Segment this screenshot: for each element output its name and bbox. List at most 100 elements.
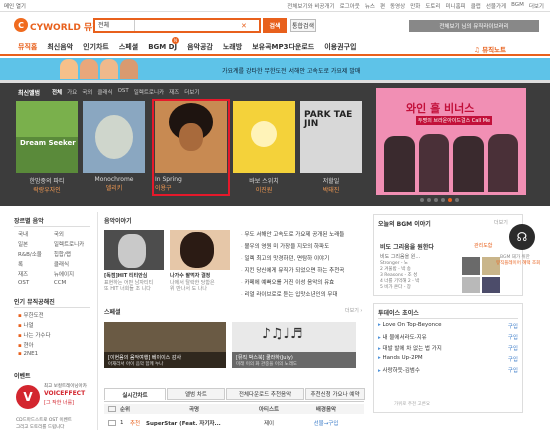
top-link[interactable]: BGM (511, 2, 524, 10)
carousel-dot[interactable] (434, 198, 438, 202)
latest-tab[interactable]: 가요 (67, 88, 77, 96)
choice-item[interactable]: ▸ 대발 발에 차 없는 법 가지 구입 (378, 344, 518, 352)
interview-photo[interactable] (170, 230, 230, 270)
bgm-thumb[interactable] (462, 277, 480, 293)
carousel-dot[interactable] (420, 198, 424, 202)
popular-item[interactable]: ▪ 현아 (18, 341, 51, 349)
carousel-dot[interactable] (448, 198, 452, 202)
genre-link[interactable]: 클래식 (54, 260, 84, 268)
album-title[interactable]: 바보 스위치 (233, 176, 295, 185)
genre-link[interactable]: 국외 (54, 230, 84, 238)
detail-search-button[interactable]: 통합검색 (290, 19, 316, 32)
top-link[interactable]: 클럽 (471, 2, 481, 10)
carousel-dot[interactable] (441, 198, 445, 202)
choice-item[interactable]: ▸ 내 물에서라도-지유 구입 (378, 333, 518, 341)
top-link[interactable]: 동영상 (390, 2, 405, 10)
genre-link[interactable]: CCM (54, 280, 84, 286)
buy-button[interactable]: 구입 (508, 322, 518, 330)
news-item[interactable]: · 지킨 당신에게 뮤직가 되었으면 하는 추천곡 (241, 266, 344, 274)
nav-item[interactable]: 최신음악 (47, 42, 73, 52)
album-title[interactable]: Monochrome (83, 176, 145, 183)
choice-item[interactable]: ▸ Love On Top-Beyonce 구입 (378, 322, 518, 330)
select-all-checkbox[interactable] (108, 406, 116, 412)
latest-tab[interactable]: 국외 (82, 88, 92, 96)
search-category-select[interactable]: 전체 (95, 20, 135, 31)
genre-link[interactable]: 일본 (18, 240, 42, 248)
bgm-tab[interactable]: 비도 그리움을 원... (380, 253, 420, 260)
nav-item[interactable]: 노래방 (223, 42, 242, 52)
latest-tab[interactable]: 더보기 (184, 88, 199, 96)
album-cover[interactable]: PARK TAE JIN (300, 101, 362, 173)
genre-link[interactable]: R&B/소울 (18, 250, 42, 258)
popular-item[interactable]: ▪ 무한도전 (18, 311, 51, 319)
buy-button[interactable]: 구입 (508, 355, 518, 363)
nav-item[interactable]: BGM DJ (148, 43, 177, 51)
news-item[interactable]: · 볼우의 영원 미 가장을 지모의 하파도 (241, 242, 344, 250)
nav-item[interactable]: 뮤직홈 (18, 42, 37, 52)
album-cover[interactable]: Dream Seeker (16, 101, 78, 173)
latest-tab[interactable]: 재즈 (169, 88, 179, 96)
chart-tab[interactable]: 실시간차트 (104, 388, 166, 400)
album-artist[interactable]: 락랑우자인 (16, 185, 78, 194)
featured-promo[interactable]: 와인 홀 비너스 두명의 브라운아이드걸스 Call Me (376, 88, 526, 195)
top-link[interactable]: 더보기 (529, 2, 544, 10)
album-artist[interactable]: 박태진 (300, 185, 362, 194)
bgm-more-link[interactable]: 더보기 (494, 219, 508, 226)
music-note-link[interactable]: ♫ 뮤직노트 (474, 44, 506, 54)
news-item[interactable]: · 카페에 예뻐오를 거진 이성 음악의 유효 (241, 278, 344, 286)
album-artist[interactable]: 델리키 (83, 183, 145, 192)
news-item[interactable]: · 일렉 최고의 맛경하던, 면탐하 이야기 (241, 254, 344, 262)
bgm-headline[interactable]: 비도 그리움을 원한다 (380, 242, 434, 251)
top-link[interactable]: 로그아웃 (340, 2, 360, 10)
latest-tab[interactable]: 전체 (52, 88, 62, 96)
genre-link[interactable]: OST (18, 280, 42, 286)
genre-link[interactable]: 힙합/랩 (54, 250, 84, 258)
player-promo-line2[interactable]: 뮤직플레이어 혜택 조회 (496, 260, 540, 266)
my-library-button[interactable]: 전체보기 님의 뮤직라이브러리 (409, 20, 539, 32)
top-link[interactable]: 만화 (410, 2, 420, 10)
news-item[interactable]: · 리얼 라이브로로 듣는 입맛소년인의 무대 (241, 290, 344, 298)
genre-link[interactable]: 국내 (18, 230, 42, 238)
album-artist[interactable]: 이용구 (155, 183, 227, 192)
genre-link[interactable]: 록 (18, 260, 42, 268)
album-title[interactable]: In Spring (155, 176, 227, 183)
genre-link[interactable]: 재즈 (18, 270, 42, 278)
album-cover[interactable] (233, 101, 295, 173)
bgm-thumb[interactable] (482, 277, 500, 293)
top-link[interactable]: 뉴스 (365, 2, 375, 10)
row-action[interactable]: 선물→구입 (296, 419, 356, 427)
top-link[interactable]: 미니홈피 (446, 2, 466, 10)
event-banner[interactable]: V 최고 보컬트레이닝아카 VOICEFFECT [그 작한 너를] CD드마드… (14, 381, 90, 431)
bgm-list-item[interactable]: 5 비가 온다 - 장 (380, 285, 419, 291)
carousel-dot[interactable] (427, 198, 431, 202)
chart-tab[interactable]: 앨범 차트 (167, 388, 225, 400)
top-left-text[interactable]: 메인 열기 (4, 2, 26, 10)
popular-item[interactable]: ▪ 나얼 (18, 321, 51, 329)
special-photo[interactable]: [이현음의 음악여행] 베이이스 감사 아재라서 아이 음악 함께 누나 (104, 322, 226, 368)
search-icon[interactable]: ✕ (241, 22, 259, 30)
search-input[interactable] (135, 20, 241, 31)
nav-item[interactable]: 인기차트 (83, 42, 109, 52)
row-artist[interactable]: 제이 (242, 419, 296, 427)
special-photo[interactable]: ♪♫♩♬ [뮤직 박스북] 쿨라하(Juiy) 미래 이의 화 관중을 이의 노… (232, 322, 356, 368)
latest-tab[interactable]: OST (118, 88, 129, 96)
table-row[interactable]: 1 추천 SuperStar (Feat. 자기자... 제이 선물→구입 (104, 418, 364, 428)
chart-tab[interactable]: 추천신청 가요나 예약 (305, 388, 365, 400)
top-link[interactable]: 전체보기와 비공개기 (287, 2, 334, 10)
genre-link[interactable]: 뉴에이지 (54, 270, 84, 278)
album-title[interactable]: 한밤중의 파티 (16, 176, 78, 185)
album-artist[interactable]: 이진원 (233, 185, 295, 194)
interview-photo[interactable] (104, 230, 164, 270)
row-checkbox[interactable] (108, 420, 116, 426)
promo-banner[interactable]: 가요계를 강타한 무한도전 서해안 고속도로 가요제 발매 (0, 58, 550, 80)
search-button[interactable]: 검색 (263, 18, 287, 33)
buy-button[interactable]: 구입 (508, 333, 518, 341)
nav-item[interactable]: 이용권구입 (324, 42, 356, 52)
popular-item[interactable]: ▪ 2NE1 (18, 351, 51, 357)
choice-item[interactable]: ▸ 사랑하듯-김범수 구입 (378, 366, 518, 374)
bgm-thumb[interactable] (462, 257, 480, 275)
latest-tab[interactable]: 클래식 (97, 88, 112, 96)
logo-text[interactable]: CYWORLD 뮤직 (30, 20, 101, 33)
album-title[interactable]: 저할일 (300, 176, 362, 185)
carousel-dot[interactable] (455, 198, 459, 202)
